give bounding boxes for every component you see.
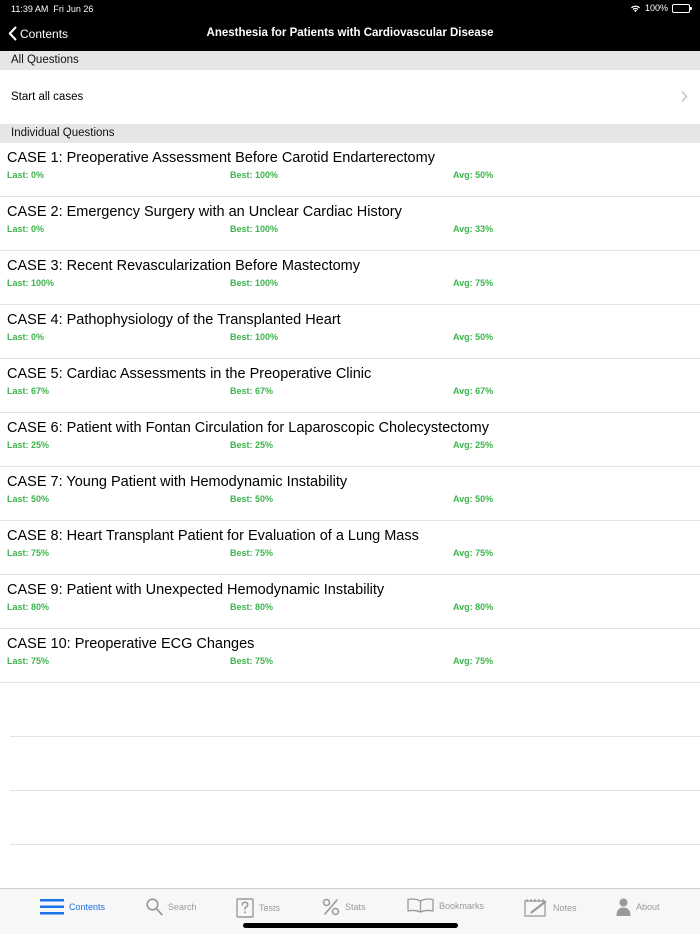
status-bar: 11:39 AM Fri Jun 26 100%	[0, 0, 700, 18]
case-last-score: Last: 50%	[7, 494, 50, 504]
case-best-score: Best: 100%	[230, 332, 279, 342]
case-title: CASE 4: Pathophysiology of the Transplan…	[7, 312, 341, 328]
case-row-9[interactable]: CASE 9: Patient with Unexpected Hemodyna…	[0, 575, 700, 629]
case-title: CASE 5: Cardiac Assessments in the Preop…	[7, 366, 372, 382]
case-row-8[interactable]: CASE 8: Heart Transplant Patient for Eva…	[0, 521, 700, 575]
tab-bookmarks[interactable]: Bookmarks	[407, 898, 484, 913]
case-last-score: Last: 25%	[7, 440, 50, 450]
case-avg-score: Avg: 80%	[453, 602, 494, 612]
tab-label: Contents	[69, 902, 106, 912]
tab-label: About	[636, 902, 660, 912]
case-best-score: Best: 67%	[230, 386, 274, 396]
tab-search[interactable]: Search	[146, 898, 197, 916]
list-icon	[40, 899, 64, 915]
case-row-3[interactable]: CASE 3: Recent Revascularization Before …	[0, 251, 700, 305]
search-icon	[146, 898, 163, 916]
case-row-7[interactable]: CASE 7: Young Patient with Hemodynamic I…	[0, 467, 700, 521]
case-title: CASE 2: Emergency Surgery with an Unclea…	[7, 204, 402, 220]
status-right: 100%	[630, 3, 692, 13]
tab-notes[interactable]: Notes	[524, 898, 577, 917]
case-best-score: Best: 75%	[230, 656, 274, 666]
wifi-icon	[630, 5, 640, 12]
case-avg-score: Avg: 67%	[453, 386, 494, 396]
case-best-score: Best: 75%	[230, 548, 274, 558]
section-header-all-questions: All Questions	[0, 51, 700, 70]
empty-row-divider	[10, 736, 700, 737]
case-title: CASE 1: Preoperative Assessment Before C…	[7, 150, 435, 166]
tab-stats[interactable]: Stats	[322, 898, 366, 916]
case-title: CASE 10: Preoperative ECG Changes	[7, 636, 255, 652]
case-best-score: Best: 50%	[230, 494, 274, 504]
case-title: CASE 6: Patient with Fontan Circulation …	[7, 420, 489, 436]
case-avg-score: Avg: 75%	[453, 548, 494, 558]
person-icon	[616, 898, 631, 916]
section-header-individual-questions: Individual Questions	[0, 124, 700, 143]
case-row-10[interactable]: CASE 10: Preoperative ECG Changes Last: …	[0, 629, 700, 683]
case-best-score: Best: 100%	[230, 170, 279, 180]
navigation-bar: Contents Anesthesia for Patients with Ca…	[0, 18, 700, 51]
case-avg-score: Avg: 25%	[453, 440, 494, 450]
empty-row-divider	[10, 844, 700, 845]
case-last-score: Last: 67%	[7, 386, 50, 396]
chevron-right-icon	[681, 91, 688, 102]
tab-label: Tests	[259, 903, 281, 913]
tab-tests[interactable]: Tests	[236, 898, 280, 918]
tab-label: Notes	[553, 902, 577, 913]
case-last-score: Last: 100%	[7, 278, 55, 288]
case-row-6[interactable]: CASE 6: Patient with Fontan Circulation …	[0, 413, 700, 467]
case-title: CASE 7: Young Patient with Hemodynamic I…	[7, 474, 348, 490]
battery-percent: 100%	[644, 3, 668, 13]
tab-contents[interactable]: Contents	[40, 898, 105, 916]
case-last-score: Last: 0%	[7, 332, 45, 342]
page-title: Anesthesia for Patients with Cardiovascu…	[206, 27, 494, 39]
case-last-score: Last: 80%	[7, 602, 50, 612]
start-all-cases-row[interactable]: Start all cases	[0, 70, 700, 124]
tab-label: Stats	[345, 902, 366, 912]
notes-icon	[524, 899, 547, 917]
case-title: CASE 8: Heart Transplant Patient for Eva…	[7, 528, 419, 544]
case-row-2[interactable]: CASE 2: Emergency Surgery with an Unclea…	[0, 197, 700, 251]
case-best-score: Best: 25%	[230, 440, 274, 450]
case-avg-score: Avg: 50%	[453, 494, 494, 504]
status-time: 11:39 AM Fri Jun 26	[11, 4, 94, 14]
home-indicator	[243, 923, 458, 928]
start-all-cases-label: Start all cases	[11, 91, 84, 103]
battery-icon	[672, 3, 692, 13]
case-avg-score: Avg: 75%	[453, 656, 494, 666]
case-list: CASE 1: Preoperative Assessment Before C…	[0, 143, 700, 683]
book-icon	[407, 898, 434, 913]
case-last-score: Last: 75%	[7, 548, 50, 558]
case-avg-score: Avg: 50%	[453, 170, 494, 180]
case-avg-score: Avg: 50%	[453, 332, 494, 342]
case-best-score: Best: 80%	[230, 602, 274, 612]
case-last-score: Last: 0%	[7, 170, 45, 180]
case-best-score: Best: 100%	[230, 224, 279, 234]
case-avg-score: Avg: 75%	[453, 278, 494, 288]
question-icon	[236, 898, 254, 918]
case-row-5[interactable]: CASE 5: Cardiac Assessments in the Preop…	[0, 359, 700, 413]
case-row-1[interactable]: CASE 1: Preoperative Assessment Before C…	[0, 143, 700, 197]
case-avg-score: Avg: 33%	[453, 224, 494, 234]
case-best-score: Best: 100%	[230, 278, 279, 288]
case-title: CASE 3: Recent Revascularization Before …	[7, 258, 360, 274]
tab-label: Search	[168, 902, 197, 912]
case-last-score: Last: 0%	[7, 224, 45, 234]
tab-label: Bookmarks	[439, 900, 485, 911]
case-last-score: Last: 75%	[7, 656, 50, 666]
case-row-4[interactable]: CASE 4: Pathophysiology of the Transplan…	[0, 305, 700, 359]
case-title: CASE 9: Patient with Unexpected Hemodyna…	[7, 582, 385, 598]
empty-row-divider	[10, 790, 700, 791]
tab-about[interactable]: About	[616, 898, 660, 916]
percent-icon	[322, 898, 340, 916]
